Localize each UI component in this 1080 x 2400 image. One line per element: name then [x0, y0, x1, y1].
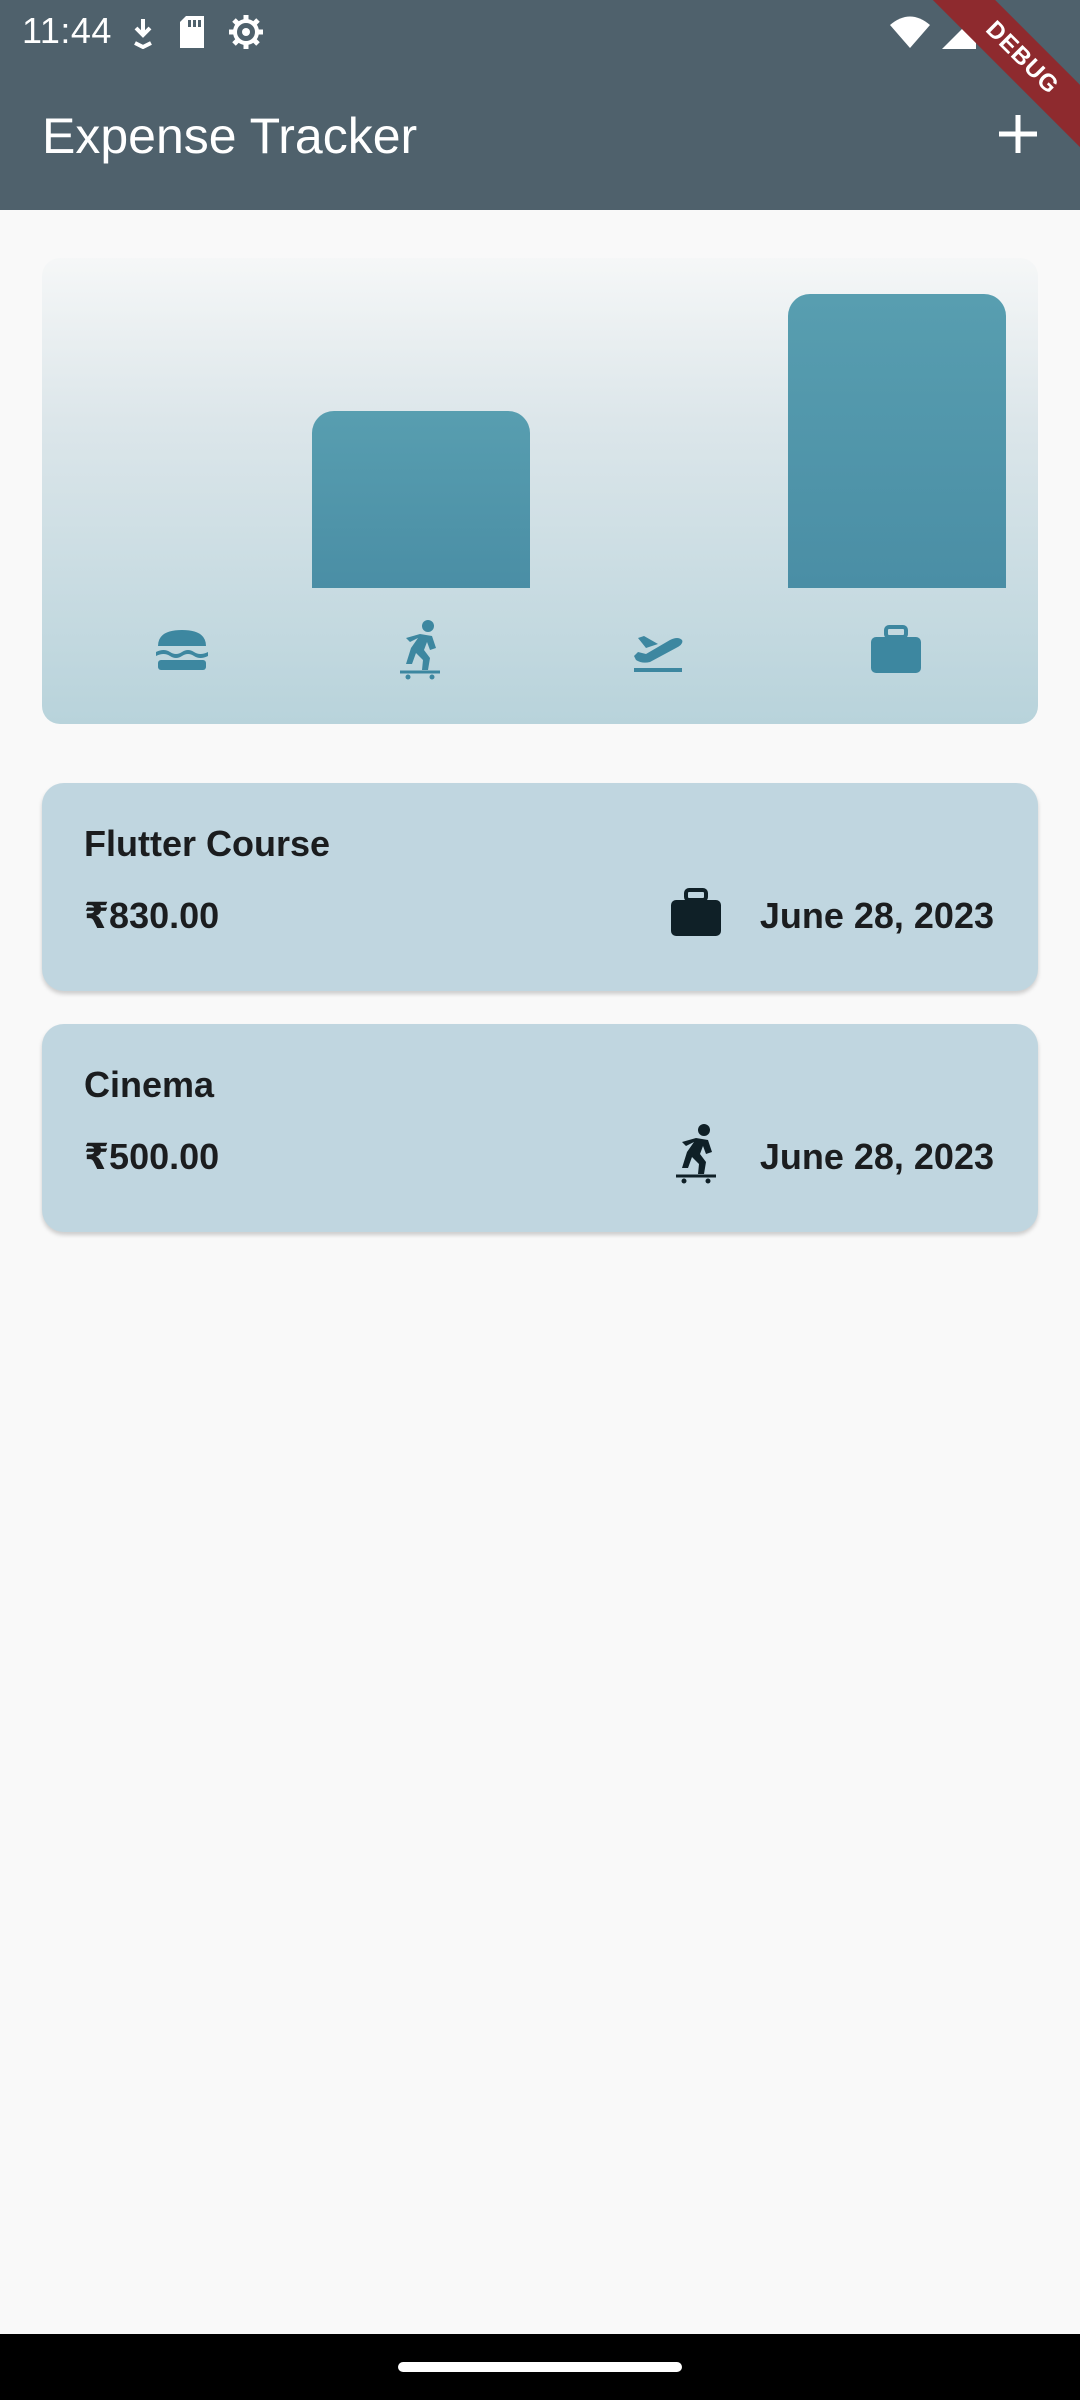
plus-icon	[999, 115, 1037, 153]
battery-icon	[988, 14, 1010, 55]
wifi-icon	[890, 16, 930, 53]
status-left-icons	[130, 14, 264, 55]
flight-takeoff-icon	[628, 620, 688, 680]
chart-bar-leisure	[312, 411, 530, 588]
skateboarding-icon	[390, 620, 450, 680]
download-icon	[130, 15, 156, 54]
skateboarding-icon	[666, 1124, 726, 1184]
work-briefcase-icon	[866, 620, 926, 680]
expense-date: June 28, 2023	[759, 895, 994, 936]
sd-card-icon	[178, 16, 206, 53]
status-time: 11:44	[22, 10, 112, 51]
navigation-bar	[0, 2334, 1080, 2400]
status-bar: 11:44	[0, 0, 1080, 62]
app-bar: Expense Tracker	[0, 62, 1080, 210]
expense-amount: ₹500.00	[84, 1136, 220, 1177]
work-briefcase-icon	[666, 883, 726, 943]
expense-chart	[42, 258, 1038, 724]
chart-bar-work	[788, 294, 1006, 588]
expense-amount: ₹830.00	[84, 895, 220, 936]
signal-icon	[942, 15, 976, 54]
status-right-icons	[890, 14, 1010, 55]
app-title: Expense Tracker	[42, 108, 418, 164]
settings-gear-icon	[228, 14, 264, 55]
expense-date: June 28, 2023	[759, 1136, 994, 1177]
expense-item[interactable]: Cinema ₹500.00 June 28, 2023	[42, 1024, 1038, 1232]
burger-icon	[152, 620, 212, 680]
expense-item[interactable]: Flutter Course ₹830.00 June 28, 2023	[42, 783, 1038, 991]
home-indicator[interactable]	[398, 2362, 682, 2372]
expense-title: Cinema	[84, 1064, 215, 1105]
add-expense-button[interactable]	[986, 102, 1050, 166]
expense-title: Flutter Course	[84, 823, 331, 864]
